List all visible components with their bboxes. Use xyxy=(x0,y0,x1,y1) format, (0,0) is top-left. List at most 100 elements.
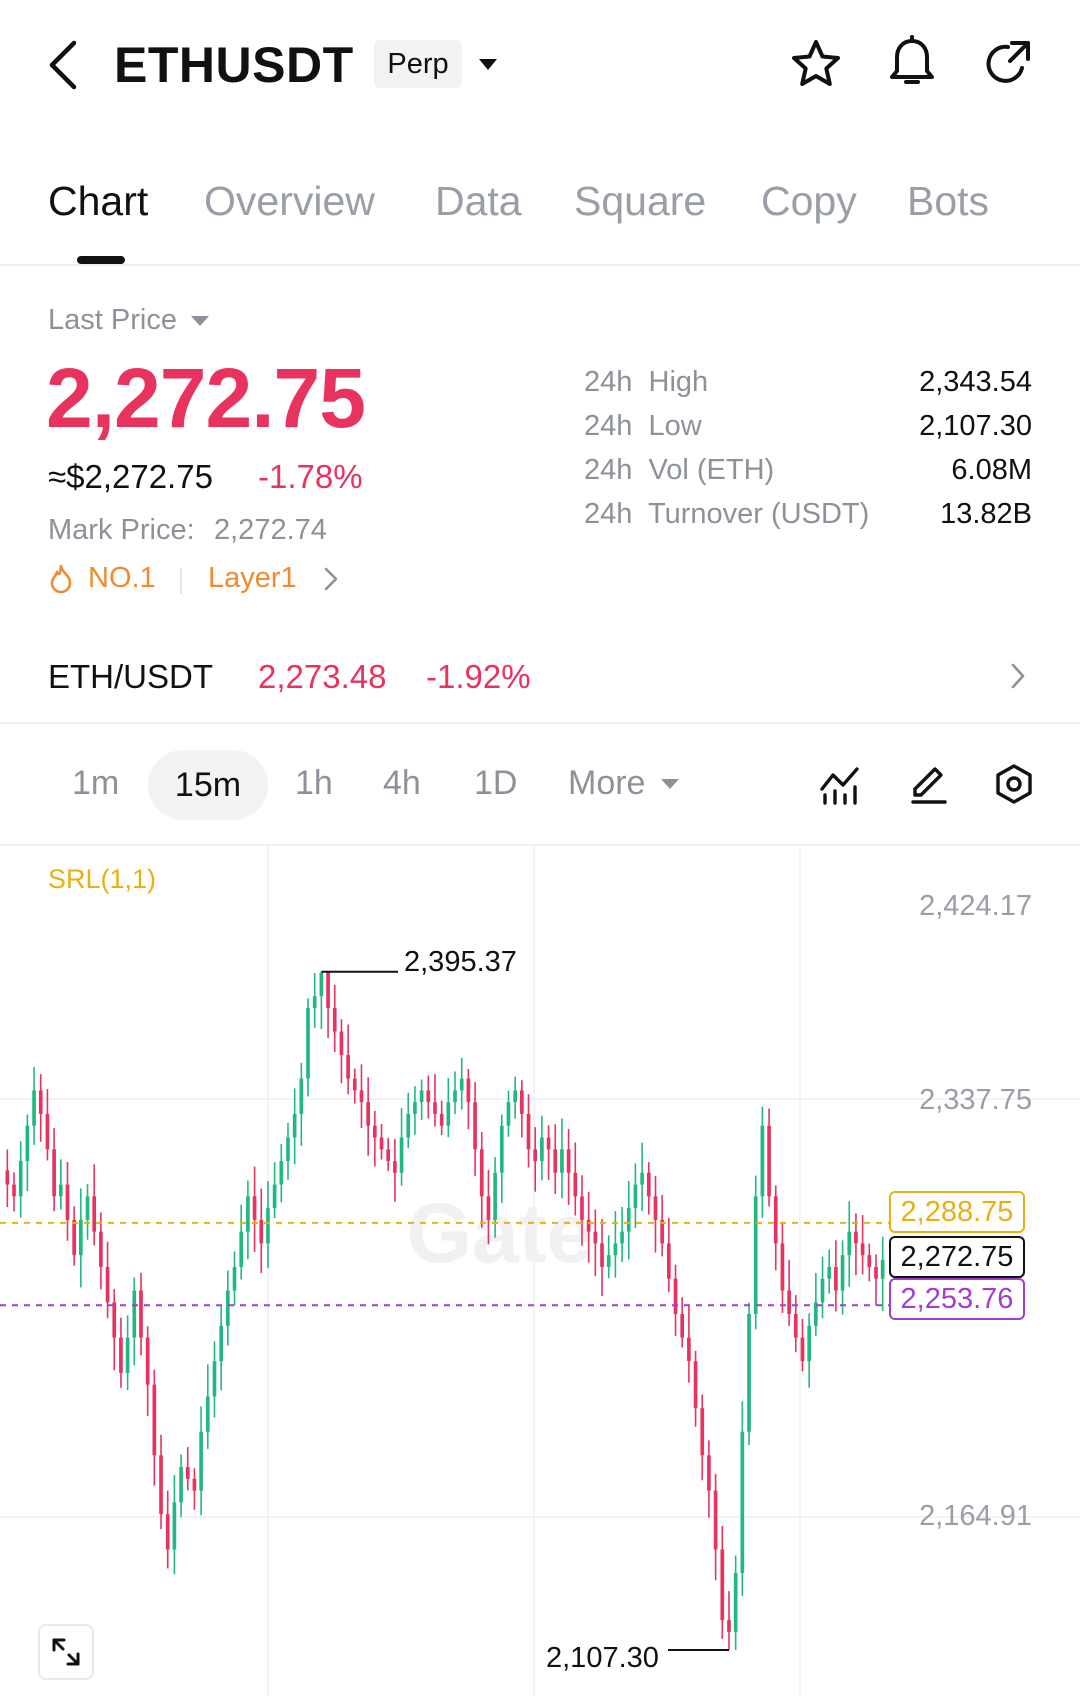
caret-down-icon xyxy=(190,315,209,326)
candle-body xyxy=(319,972,324,997)
candle-body xyxy=(18,1161,23,1197)
category-tag[interactable]: Layer1 xyxy=(208,562,339,595)
flame-icon xyxy=(50,564,72,593)
candle-body xyxy=(232,1266,237,1291)
candle-body xyxy=(747,1314,751,1432)
mark-price-label: Mark Price: xyxy=(48,514,195,546)
candle-body xyxy=(566,1149,571,1173)
candle-body xyxy=(393,1161,397,1173)
candle-body xyxy=(299,1078,304,1114)
candle-body xyxy=(159,1455,163,1515)
candle-body xyxy=(499,1125,504,1173)
candle-body xyxy=(279,1161,284,1185)
candle-body xyxy=(867,1255,872,1267)
alert-button[interactable] xyxy=(884,34,940,92)
tab-chart[interactable]: Chart xyxy=(48,178,148,225)
candle-body xyxy=(45,1113,50,1150)
candle-body xyxy=(840,1255,845,1291)
indicators-button[interactable] xyxy=(816,760,864,808)
axis-label-low: 2,164.91 xyxy=(919,1500,1032,1532)
back-button[interactable] xyxy=(38,36,88,94)
candle-body xyxy=(626,1208,631,1232)
candle-body xyxy=(352,1078,357,1091)
tag-divider xyxy=(180,568,182,594)
candle-body xyxy=(546,1137,551,1150)
candle-body xyxy=(513,1090,517,1103)
timeframe-15m[interactable]: 15m xyxy=(148,750,268,820)
rank-tag[interactable]: NO.1 xyxy=(48,562,156,595)
candle-body xyxy=(540,1137,544,1162)
high-marker-label: 2,395.37 xyxy=(404,946,517,978)
fullscreen-button[interactable] xyxy=(38,1624,94,1680)
candle-body xyxy=(860,1243,865,1256)
candle-body xyxy=(620,1231,624,1244)
timeframe-1h[interactable]: 1h xyxy=(295,764,333,803)
bell-icon xyxy=(890,35,934,84)
candle-body xyxy=(139,1290,143,1338)
draw-button[interactable] xyxy=(904,760,952,808)
tab-active-indicator xyxy=(77,256,125,264)
candle-body xyxy=(446,1102,451,1126)
candle-body xyxy=(152,1384,157,1456)
candle-body xyxy=(433,1102,437,1114)
timeframe-1d[interactable]: 1D xyxy=(474,764,517,803)
candle-body xyxy=(600,1243,604,1267)
candle-body xyxy=(880,1259,885,1279)
candle-body xyxy=(172,1502,177,1550)
candle-body xyxy=(533,1149,538,1162)
candle-body xyxy=(105,1266,110,1303)
candle-body xyxy=(479,1149,484,1197)
tab-data[interactable]: Data xyxy=(435,178,522,225)
candle-body xyxy=(740,1431,745,1574)
candle-body xyxy=(593,1231,598,1244)
candle-body xyxy=(780,1243,785,1291)
candle-body xyxy=(580,1196,584,1220)
chevron-right-icon xyxy=(1011,663,1025,689)
candle-body xyxy=(646,1172,651,1197)
candle-body xyxy=(426,1090,431,1103)
candle-body xyxy=(553,1149,558,1173)
candle-body xyxy=(272,1184,277,1209)
tab-copy[interactable]: Copy xyxy=(761,178,857,225)
section-divider xyxy=(0,722,1080,724)
candle-body xyxy=(226,1290,230,1326)
chart-settings-button[interactable] xyxy=(990,760,1038,808)
candle-body xyxy=(787,1290,791,1315)
tab-bots[interactable]: Bots xyxy=(907,178,989,225)
candle-body xyxy=(406,1113,411,1138)
contract-type-badge[interactable]: Perp xyxy=(374,40,462,88)
spot-pair-row[interactable]: ETH/USDT 2,273.48 -1.92% xyxy=(0,640,1080,712)
candle-body xyxy=(834,1266,838,1291)
srl-indicator-label: SRL(1,1) xyxy=(48,864,157,894)
timeframe-more-label: More xyxy=(568,764,646,802)
last-price-selector[interactable]: Last Price xyxy=(48,304,211,337)
candle-body xyxy=(252,1196,257,1220)
stat-low-value: 2,107.30 xyxy=(919,410,1032,442)
candle-body xyxy=(680,1314,685,1338)
candle-body xyxy=(526,1113,531,1150)
timeframe-more[interactable]: More xyxy=(568,764,681,803)
tab-square[interactable]: Square xyxy=(574,178,706,225)
symbol-title[interactable]: ETHUSDT xyxy=(114,36,354,94)
axis-label-top: 2,424.17 xyxy=(919,890,1032,922)
favorite-button[interactable] xyxy=(788,36,844,92)
pencil-icon xyxy=(911,767,947,804)
candle-body xyxy=(573,1172,578,1197)
usd-approx-price: ≈$2,272.75 xyxy=(48,458,213,495)
candle-body xyxy=(386,1149,391,1162)
timeframe-4h[interactable]: 4h xyxy=(383,764,421,803)
tab-overview[interactable]: Overview xyxy=(204,178,375,225)
candle-body xyxy=(854,1231,858,1244)
candle-body xyxy=(633,1184,638,1209)
low-marker-label: 2,107.30 xyxy=(546,1642,659,1674)
candle-body xyxy=(793,1314,798,1338)
timeframe-1m[interactable]: 1m xyxy=(72,764,119,803)
candle-body xyxy=(65,1184,70,1220)
candle-body xyxy=(58,1184,63,1197)
candle-body xyxy=(820,1278,825,1303)
candle-body xyxy=(312,996,317,1008)
candle-body xyxy=(212,1361,217,1397)
candle-body xyxy=(219,1325,223,1362)
share-button[interactable] xyxy=(980,36,1036,92)
symbol-dropdown[interactable] xyxy=(474,50,502,78)
